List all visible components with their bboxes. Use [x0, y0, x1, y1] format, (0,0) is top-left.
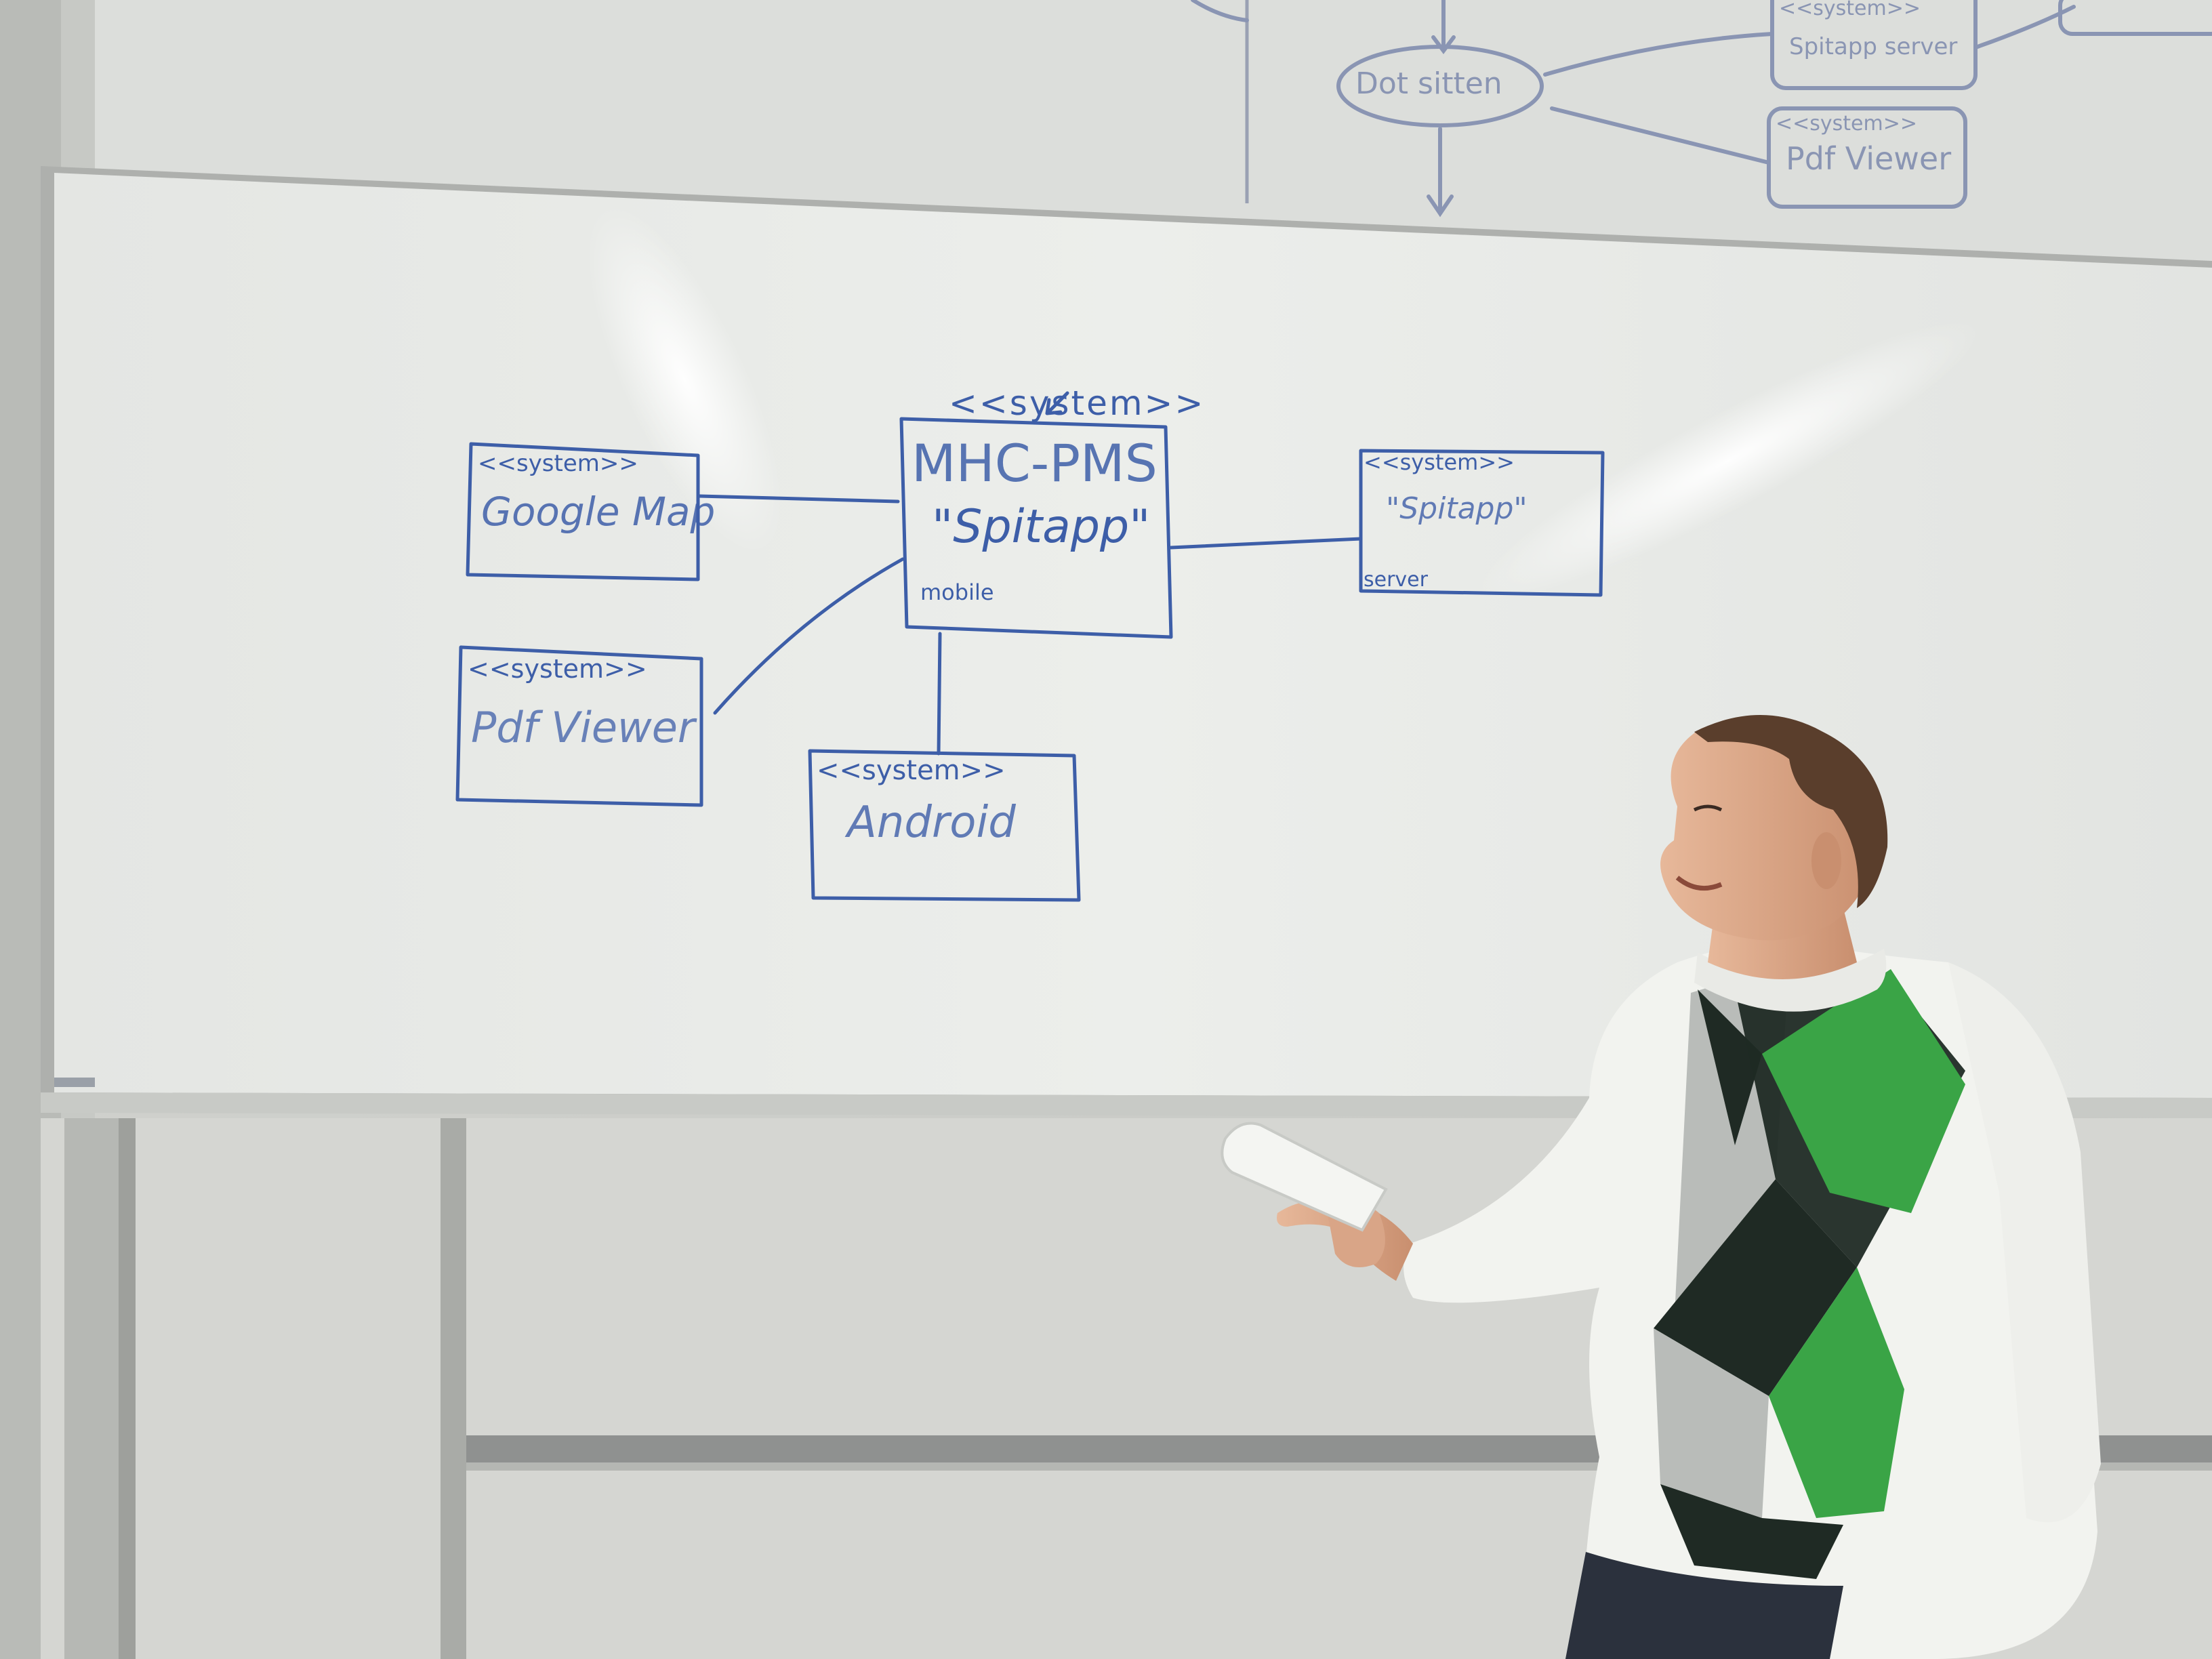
center-alias: "Spitapp" [932, 500, 1150, 554]
center-tag: mobile [920, 579, 994, 605]
connector-android [937, 632, 942, 756]
upper-box-bottom-label: Pdf Viewer [1786, 140, 1951, 177]
server-stereotype: <<system>> [1364, 449, 1515, 475]
pdf-viewer-name: Pdf Viewer [471, 703, 697, 752]
server-name: "Spitapp" [1386, 491, 1528, 526]
pdf-viewer-stereotype: <<system>> [468, 654, 647, 684]
scene: Dot sitten <<system>> Spitapp server <<s… [0, 0, 2212, 1659]
center-name: MHC-PMS [912, 433, 1158, 493]
upper-node-label: Dot sitten [1355, 66, 1502, 101]
upper-box-top-label: Spitapp server [1789, 33, 1957, 60]
upper-box-bottom-stereotype: <<system>> [1776, 112, 1917, 136]
android-name: Android [844, 798, 1016, 848]
center-stereotype: <<system>> [949, 384, 1205, 423]
server-tag: server [1364, 568, 1429, 592]
upper-box-top-stereotype: <<system>> [1779, 0, 1921, 20]
google-maps-stereotype: <<system>> [478, 450, 638, 477]
google-maps-name: Google Map [481, 489, 715, 535]
android-stereotype: <<system>> [817, 755, 1006, 786]
